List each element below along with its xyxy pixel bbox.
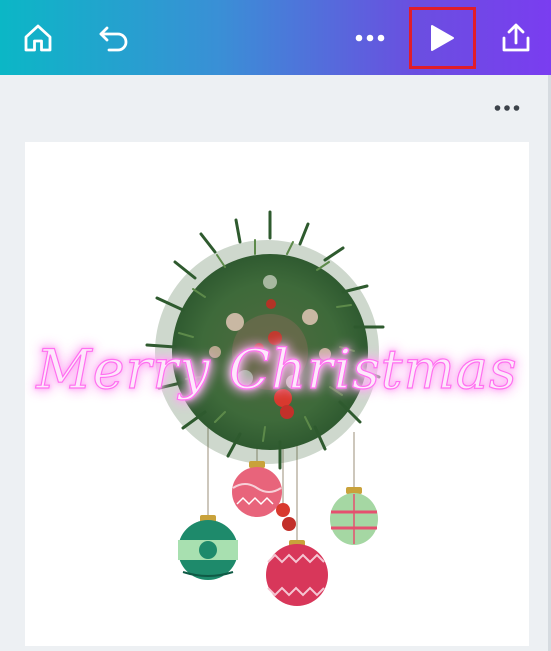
- home-button[interactable]: [16, 0, 60, 75]
- design-page[interactable]: Merry Christmas: [25, 142, 529, 646]
- ornament-bottom: [266, 540, 328, 606]
- share-button[interactable]: [494, 0, 538, 75]
- more-horizontal-icon: [355, 34, 385, 41]
- christmas-design-artwork: Merry Christmas: [35, 210, 517, 606]
- play-button-highlight: [409, 7, 476, 69]
- merry-christmas-title: Merry Christmas: [35, 338, 517, 401]
- share-upload-icon: [502, 23, 530, 51]
- home-icon: [24, 24, 52, 51]
- undo-button[interactable]: [92, 0, 136, 75]
- jingle-bells: [276, 503, 296, 531]
- more-options-button[interactable]: [348, 0, 392, 75]
- top-toolbar: [0, 0, 551, 75]
- page-options-button[interactable]: [493, 96, 521, 120]
- undo-icon: [99, 26, 128, 51]
- ornament-right: [330, 487, 378, 545]
- more-horizontal-icon: [494, 105, 520, 111]
- ornament-top: [232, 461, 282, 517]
- ornament-left: [178, 515, 238, 580]
